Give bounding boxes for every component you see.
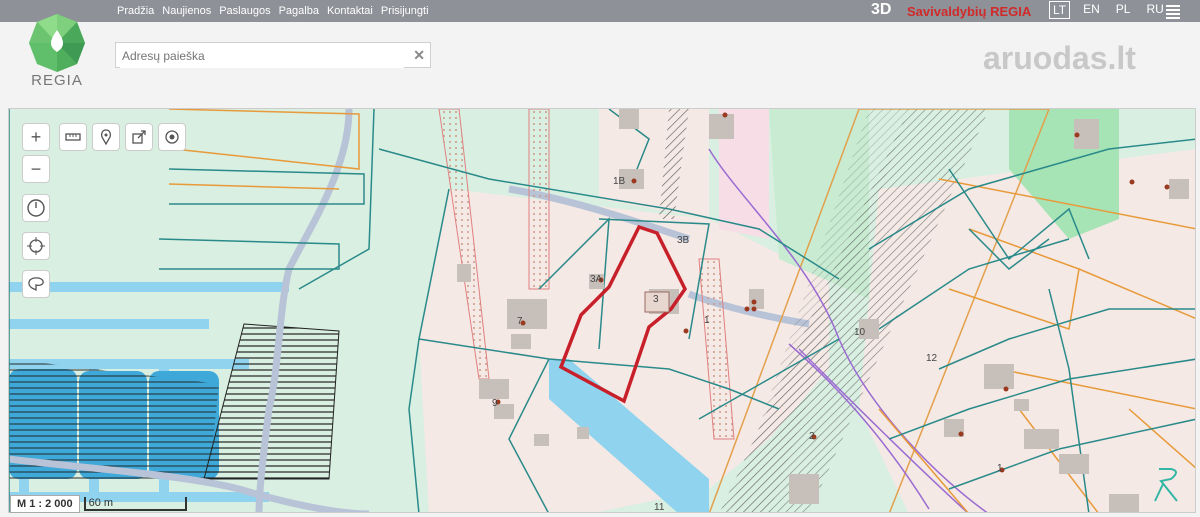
address-search: ✕ [115,42,431,68]
language-switcher: LT EN PL RU [1049,1,1167,19]
crosshair-icon [27,237,45,255]
parcel-label: 3 [653,294,659,305]
regia-logo-icon [29,14,85,72]
zoom-out-button[interactable]: − [22,155,50,183]
parcel-label: 7 [517,316,523,327]
search-input[interactable] [120,44,404,68]
parcel-label: 1B [613,176,626,187]
share-button[interactable] [125,123,153,151]
aruodas-watermark: aruodas.lt [983,40,1136,77]
menu-icon[interactable] [1166,3,1180,21]
regia-logo[interactable]: REGIA [26,12,88,92]
site-name: Savivaldybių REGIA [907,4,1032,19]
parcel-label: 2 [809,431,815,442]
parcel-label: 1 [997,463,1003,474]
share-icon [132,130,146,144]
nav-prisijungti[interactable]: Prisijungti [381,5,429,17]
map-pin-icon [100,129,112,145]
parcel-label: 10 [854,327,866,338]
lang-en[interactable]: EN [1080,1,1103,19]
parcel-label: 9 [492,398,498,409]
top-nav: Pradžia Naujienos Paslaugos Pagalba Kont… [117,0,429,22]
parcel-label: 12 [926,353,938,364]
lang-ru[interactable]: RU [1143,1,1166,19]
map-canvas[interactable]: 1B 3B 3A 3 1 7 9 10 12 11 2 1 [8,108,1196,513]
watermark-text: aruodas [983,40,1108,76]
marker-button[interactable] [92,123,120,151]
lang-pl[interactable]: PL [1113,1,1134,19]
map-scale: M 1 : 2 000 60 m [10,495,187,513]
scale-ratio: M 1 : 2 000 [10,495,80,513]
target-icon [165,130,179,144]
clear-icon[interactable]: ✕ [413,47,425,64]
top-bar: Pradžia Naujienos Paslaugos Pagalba Kont… [0,0,1200,22]
watermark-suffix: .lt [1107,40,1136,76]
measure-button[interactable] [59,123,87,151]
nav-naujienos[interactable]: Naujienos [162,5,211,17]
lasso-icon [28,277,44,292]
nav-kontaktai[interactable]: Kontaktai [327,5,373,17]
history-button[interactable] [22,194,50,222]
lang-lt[interactable]: LT [1049,1,1071,19]
parcel-label: 1 [704,315,710,326]
zoom-in-button[interactable]: + [22,123,50,151]
nav-paslaugos[interactable]: Paslaugos [219,5,270,17]
logo-text: REGIA [31,72,83,89]
mode-3d-button[interactable]: 3D [871,1,891,19]
locate-button[interactable] [158,123,186,151]
lasso-button[interactable] [22,270,50,298]
nav-pagalba[interactable]: Pagalba [279,5,319,17]
parcel-label: 3B [677,235,690,246]
gps-button[interactable] [22,232,50,260]
scale-bar: 60 m [83,497,187,511]
nav-pradzia[interactable]: Pradžia [117,5,154,17]
map-graphics [9,109,1195,512]
parcel-label: 3A [590,274,603,285]
clock-icon [27,199,45,217]
ruler-icon [65,133,81,141]
parcel-label: 11 [654,502,665,513]
